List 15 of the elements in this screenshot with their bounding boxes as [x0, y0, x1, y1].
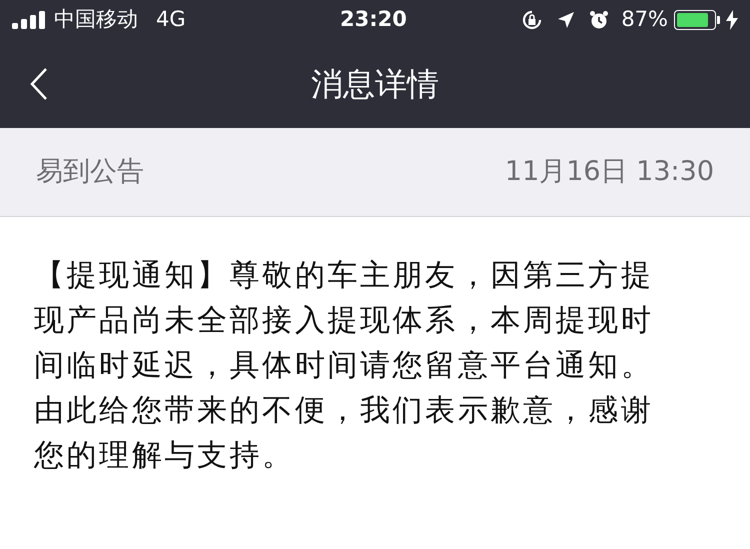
back-icon	[30, 67, 48, 101]
rotation-lock-icon	[521, 9, 544, 31]
message-body: 【提现通知】尊敬的车主朋友，因第三方提现产品尚未全部接入提现体系，本周提现时间临时延迟，具体时间请您留意平台通知。由此给您带来的不便，我们表示歉意，感谢您的理解与支持。	[34, 257, 654, 475]
battery-icon	[674, 10, 720, 30]
sender-label: 易到公告	[36, 154, 144, 189]
battery-percent: 87%	[621, 6, 668, 34]
page-title: 消息详情	[311, 64, 439, 105]
location-arrow-icon	[557, 11, 576, 29]
alarm-icon	[589, 10, 610, 30]
charging-icon	[726, 10, 738, 30]
signal-icon	[12, 11, 48, 29]
message-time: 11月16日 13:30	[504, 154, 714, 189]
network-label: 4G	[156, 6, 186, 34]
clock-label: 23:20	[340, 6, 407, 34]
carrier-label: 中国移动	[54, 6, 138, 34]
